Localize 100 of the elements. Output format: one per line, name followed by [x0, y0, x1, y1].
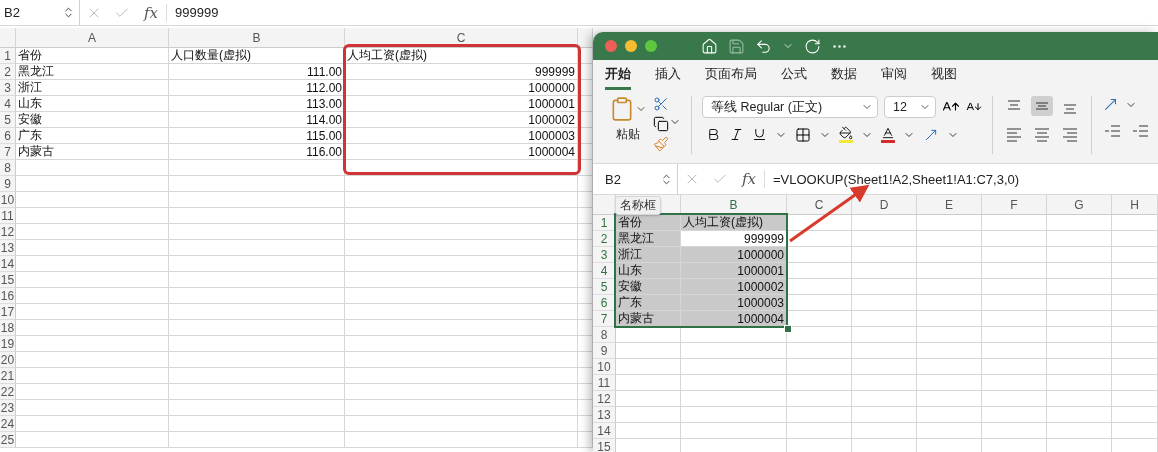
- ribbon-tab[interactable]: 审阅: [881, 60, 907, 90]
- row-number: 1: [593, 215, 616, 231]
- row-number: 10: [0, 192, 16, 208]
- empty-cell: [1047, 247, 1112, 263]
- empty-cell: [982, 391, 1047, 407]
- empty-cell: [852, 295, 917, 311]
- bold-icon[interactable]: [706, 127, 721, 142]
- redo-icon[interactable]: [804, 37, 821, 55]
- ribbon-tab[interactable]: 页面布局: [705, 60, 757, 90]
- zoom-button[interactable]: [645, 40, 657, 52]
- column-header[interactable]: E: [917, 195, 982, 215]
- empty-cell: [1047, 263, 1112, 279]
- align-middle-icon[interactable]: [1031, 96, 1053, 116]
- fill-handle[interactable]: [784, 325, 792, 333]
- font-size-field[interactable]: 12: [884, 96, 936, 118]
- empty-cell: [917, 279, 982, 295]
- column-header[interactable]: H: [1112, 195, 1158, 215]
- empty-cell: [852, 215, 917, 231]
- column-header[interactable]: A: [16, 28, 169, 48]
- row-number: 7: [593, 311, 616, 327]
- formula-field[interactable]: 999999: [167, 5, 219, 20]
- empty-cell: [1047, 359, 1112, 375]
- empty-cell: [787, 407, 852, 423]
- border-icon[interactable]: [795, 126, 811, 143]
- home-icon[interactable]: [701, 37, 718, 55]
- row-number: 7: [0, 144, 16, 160]
- column-header[interactable]: C: [787, 195, 852, 215]
- table-cell: 黑龙江: [616, 231, 681, 247]
- copy-icon[interactable]: [653, 116, 669, 132]
- row-number: 5: [0, 112, 16, 128]
- row-number: 8: [0, 160, 16, 176]
- row-number: 13: [593, 407, 616, 423]
- row-number: 16: [0, 288, 16, 304]
- table-cell: 安徽: [16, 112, 169, 128]
- empty-cell: [852, 279, 917, 295]
- empty-cell: [1112, 391, 1158, 407]
- table-cell: 山东: [16, 96, 169, 112]
- undo-icon[interactable]: [755, 37, 772, 55]
- table-cell: 999999: [681, 231, 787, 247]
- function-label[interactable]: fx: [136, 3, 167, 22]
- minimize-button[interactable]: [625, 40, 637, 52]
- empty-cell: [787, 343, 852, 359]
- ribbon-tab[interactable]: 视图: [931, 60, 957, 90]
- ribbon-tab[interactable]: 开始: [605, 60, 631, 90]
- table-cell: 内蒙古: [616, 311, 681, 327]
- empty-cell: [982, 407, 1047, 423]
- column-header[interactable]: D: [852, 195, 917, 215]
- column-header[interactable]: F: [982, 195, 1047, 215]
- row-number: 3: [0, 80, 16, 96]
- empty-cell: [852, 343, 917, 359]
- orientation-icon[interactable]: [1102, 96, 1119, 113]
- table-cell: 1000004: [345, 144, 578, 160]
- row-number: 15: [0, 272, 16, 288]
- row-number: 12: [593, 391, 616, 407]
- table-cell: 人口数量(虚拟): [169, 48, 345, 64]
- table-cell: 内蒙古: [16, 144, 169, 160]
- table-cell: 浙江: [616, 247, 681, 263]
- scissors-icon[interactable]: [653, 96, 669, 112]
- empty-cell: [852, 359, 917, 375]
- paste-button[interactable]: 粘贴: [609, 96, 647, 154]
- function-label[interactable]: fx: [734, 170, 765, 188]
- table-cell: 浙江: [16, 80, 169, 96]
- table-cell: 安徽: [616, 279, 681, 295]
- empty-cell: [982, 311, 1047, 327]
- empty-cell: [1047, 311, 1112, 327]
- ribbon-tab[interactable]: 公式: [781, 60, 807, 90]
- table-cell: 1000003: [345, 128, 578, 144]
- empty-cell: [1112, 359, 1158, 375]
- corner-cell[interactable]: [593, 195, 616, 215]
- row-number: 23: [0, 400, 16, 416]
- table-cell: 黑龙江: [16, 64, 169, 80]
- row-number: 13: [0, 240, 16, 256]
- column-header[interactable]: B: [681, 195, 787, 215]
- stepper-icon[interactable]: [660, 172, 673, 186]
- empty-cell: [852, 311, 917, 327]
- empty-cell: [917, 311, 982, 327]
- underline-icon[interactable]: [752, 127, 767, 142]
- formula-field[interactable]: =VLOOKUP(Sheet1!A2,Sheet1!A1:C7,3,0): [765, 171, 1020, 187]
- corner-cell[interactable]: [0, 28, 16, 48]
- column-header[interactable]: B: [169, 28, 345, 48]
- ribbon-tab[interactable]: 插入: [655, 60, 681, 90]
- empty-cell: [982, 263, 1047, 279]
- empty-cell: [787, 391, 852, 407]
- empty-cell: [852, 423, 917, 439]
- row-number: 20: [0, 352, 16, 368]
- row-number: 11: [0, 208, 16, 224]
- tooltip: 名称框: [615, 196, 661, 215]
- row-number: 21: [0, 368, 16, 384]
- empty-cell: [917, 343, 982, 359]
- save-icon[interactable]: [728, 37, 745, 55]
- stepper-icon[interactable]: [62, 6, 75, 19]
- table-cell: 广东: [616, 295, 681, 311]
- font-name-field[interactable]: 等线 Regular (正文): [702, 96, 878, 118]
- close-button[interactable]: [605, 40, 617, 52]
- italic-icon[interactable]: [729, 127, 744, 142]
- empty-cell: [1112, 279, 1158, 295]
- empty-cell: [1047, 375, 1112, 391]
- ribbon-tab[interactable]: 数据: [831, 60, 857, 90]
- column-header[interactable]: G: [1047, 195, 1112, 215]
- empty-cell: [1112, 327, 1158, 343]
